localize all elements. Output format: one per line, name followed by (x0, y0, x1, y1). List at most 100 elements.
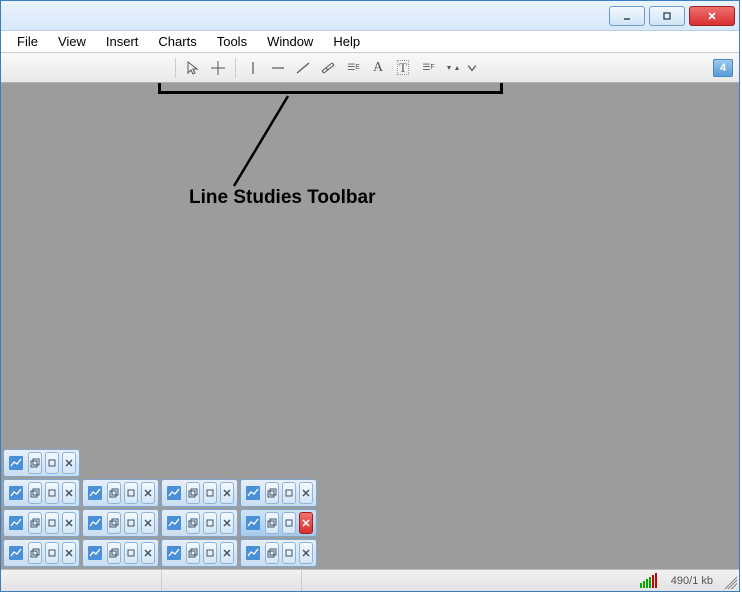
mdi-minimized-window[interactable] (3, 449, 80, 477)
close-button[interactable] (220, 512, 234, 534)
text-button[interactable]: A (366, 57, 390, 79)
connection-signal-icon (634, 573, 663, 588)
menu-window[interactable]: Window (257, 32, 323, 51)
chart-window-icon (165, 544, 183, 562)
restore-button[interactable] (107, 542, 121, 564)
close-button[interactable] (62, 482, 76, 504)
close-button[interactable] (141, 482, 155, 504)
restore-button[interactable] (28, 452, 42, 474)
restore-button[interactable] (265, 482, 279, 504)
separator-icon (235, 58, 236, 78)
menu-file[interactable]: File (7, 32, 48, 51)
mdi-minimized-window[interactable] (161, 509, 238, 537)
close-button[interactable] (141, 512, 155, 534)
menu-help[interactable]: Help (323, 32, 370, 51)
mdi-minimized-window[interactable] (240, 509, 317, 537)
trendline-icon (295, 60, 311, 76)
minimize-button[interactable] (609, 6, 645, 26)
channel-icon (320, 60, 336, 76)
close-icon (706, 10, 718, 22)
chart-window-icon (7, 484, 25, 502)
trendline-button[interactable] (291, 57, 315, 79)
close-button[interactable] (141, 542, 155, 564)
arrows-button[interactable] (441, 57, 465, 79)
status-cell (161, 570, 301, 591)
mdi-minimized-window[interactable] (3, 479, 80, 507)
mdi-minimized-window[interactable] (3, 509, 80, 537)
restore-button[interactable] (186, 512, 200, 534)
toolbar-buttons: ☰E A T ☰F (171, 57, 478, 79)
menu-bar: File View Insert Charts Tools Window Hel… (1, 31, 739, 53)
mdi-minimized-window[interactable] (82, 539, 159, 567)
close-button[interactable] (299, 482, 313, 504)
chart-window-icon (165, 514, 183, 532)
restore-button[interactable] (265, 512, 279, 534)
mdi-minimized-window[interactable] (240, 539, 317, 567)
chart-window-icon (7, 454, 25, 472)
close-button[interactable] (62, 542, 76, 564)
mdi-minimized-window[interactable] (240, 479, 317, 507)
maximize-button[interactable] (282, 512, 296, 534)
cursor-tool-button[interactable] (181, 57, 205, 79)
maximize-button[interactable] (124, 482, 138, 504)
close-button[interactable] (299, 542, 313, 564)
crosshair-tool-button[interactable] (206, 57, 230, 79)
fibonacci-e-button[interactable]: ☰E (341, 57, 365, 79)
close-button[interactable] (62, 512, 76, 534)
chart-window-icon (7, 514, 25, 532)
maximize-button[interactable] (203, 512, 217, 534)
vertical-line-button[interactable] (241, 57, 265, 79)
restore-button[interactable] (107, 482, 121, 504)
maximize-button[interactable] (45, 482, 59, 504)
mdi-minimized-window[interactable] (161, 539, 238, 567)
chart-window-icon (165, 484, 183, 502)
mdi-minimized-window[interactable] (82, 479, 159, 507)
close-button[interactable] (220, 482, 234, 504)
crosshair-icon (210, 60, 226, 76)
menu-charts[interactable]: Charts (148, 32, 206, 51)
restore-button[interactable] (28, 482, 42, 504)
restore-button[interactable] (186, 542, 200, 564)
fibonacci-icon: ☰ (347, 62, 354, 73)
close-button[interactable] (62, 452, 76, 474)
maximize-button[interactable] (45, 512, 59, 534)
maximize-button[interactable] (124, 512, 138, 534)
restore-button[interactable] (28, 512, 42, 534)
maximize-icon (661, 10, 673, 22)
resize-grip-icon[interactable] (721, 573, 737, 589)
equidistant-channel-button[interactable] (316, 57, 340, 79)
cursor-icon (185, 60, 201, 76)
mdi-minimized-window[interactable] (161, 479, 238, 507)
close-button[interactable] (220, 542, 234, 564)
maximize-button[interactable] (203, 542, 217, 564)
fibonacci-f-button[interactable]: ☰F (416, 57, 440, 79)
maximize-button[interactable] (282, 542, 296, 564)
maximize-button[interactable] (282, 482, 296, 504)
status-cell (301, 570, 441, 591)
restore-button[interactable] (107, 512, 121, 534)
text-label-button[interactable]: T (391, 57, 415, 79)
chart-window-icon (86, 514, 104, 532)
maximize-button[interactable] (45, 452, 59, 474)
arrows-icon (445, 60, 461, 76)
restore-button[interactable] (265, 542, 279, 564)
restore-button[interactable] (186, 482, 200, 504)
badge-indicator[interactable]: 4 (713, 59, 733, 77)
dropdown-button[interactable] (466, 57, 478, 79)
close-button[interactable] (299, 512, 313, 534)
maximize-button[interactable] (124, 542, 138, 564)
mdi-minimized-windows (3, 449, 317, 567)
maximize-button[interactable] (203, 482, 217, 504)
mdi-minimized-window[interactable] (82, 509, 159, 537)
vertical-line-icon (245, 60, 261, 76)
mdi-minimized-window[interactable] (3, 539, 80, 567)
menu-insert[interactable]: Insert (96, 32, 149, 51)
horizontal-line-button[interactable] (266, 57, 290, 79)
maximize-button[interactable] (45, 542, 59, 564)
menu-view[interactable]: View (48, 32, 96, 51)
status-cell (1, 570, 161, 591)
restore-button[interactable] (28, 542, 42, 564)
maximize-button[interactable] (649, 6, 685, 26)
menu-tools[interactable]: Tools (207, 32, 257, 51)
close-button[interactable] (689, 6, 735, 26)
